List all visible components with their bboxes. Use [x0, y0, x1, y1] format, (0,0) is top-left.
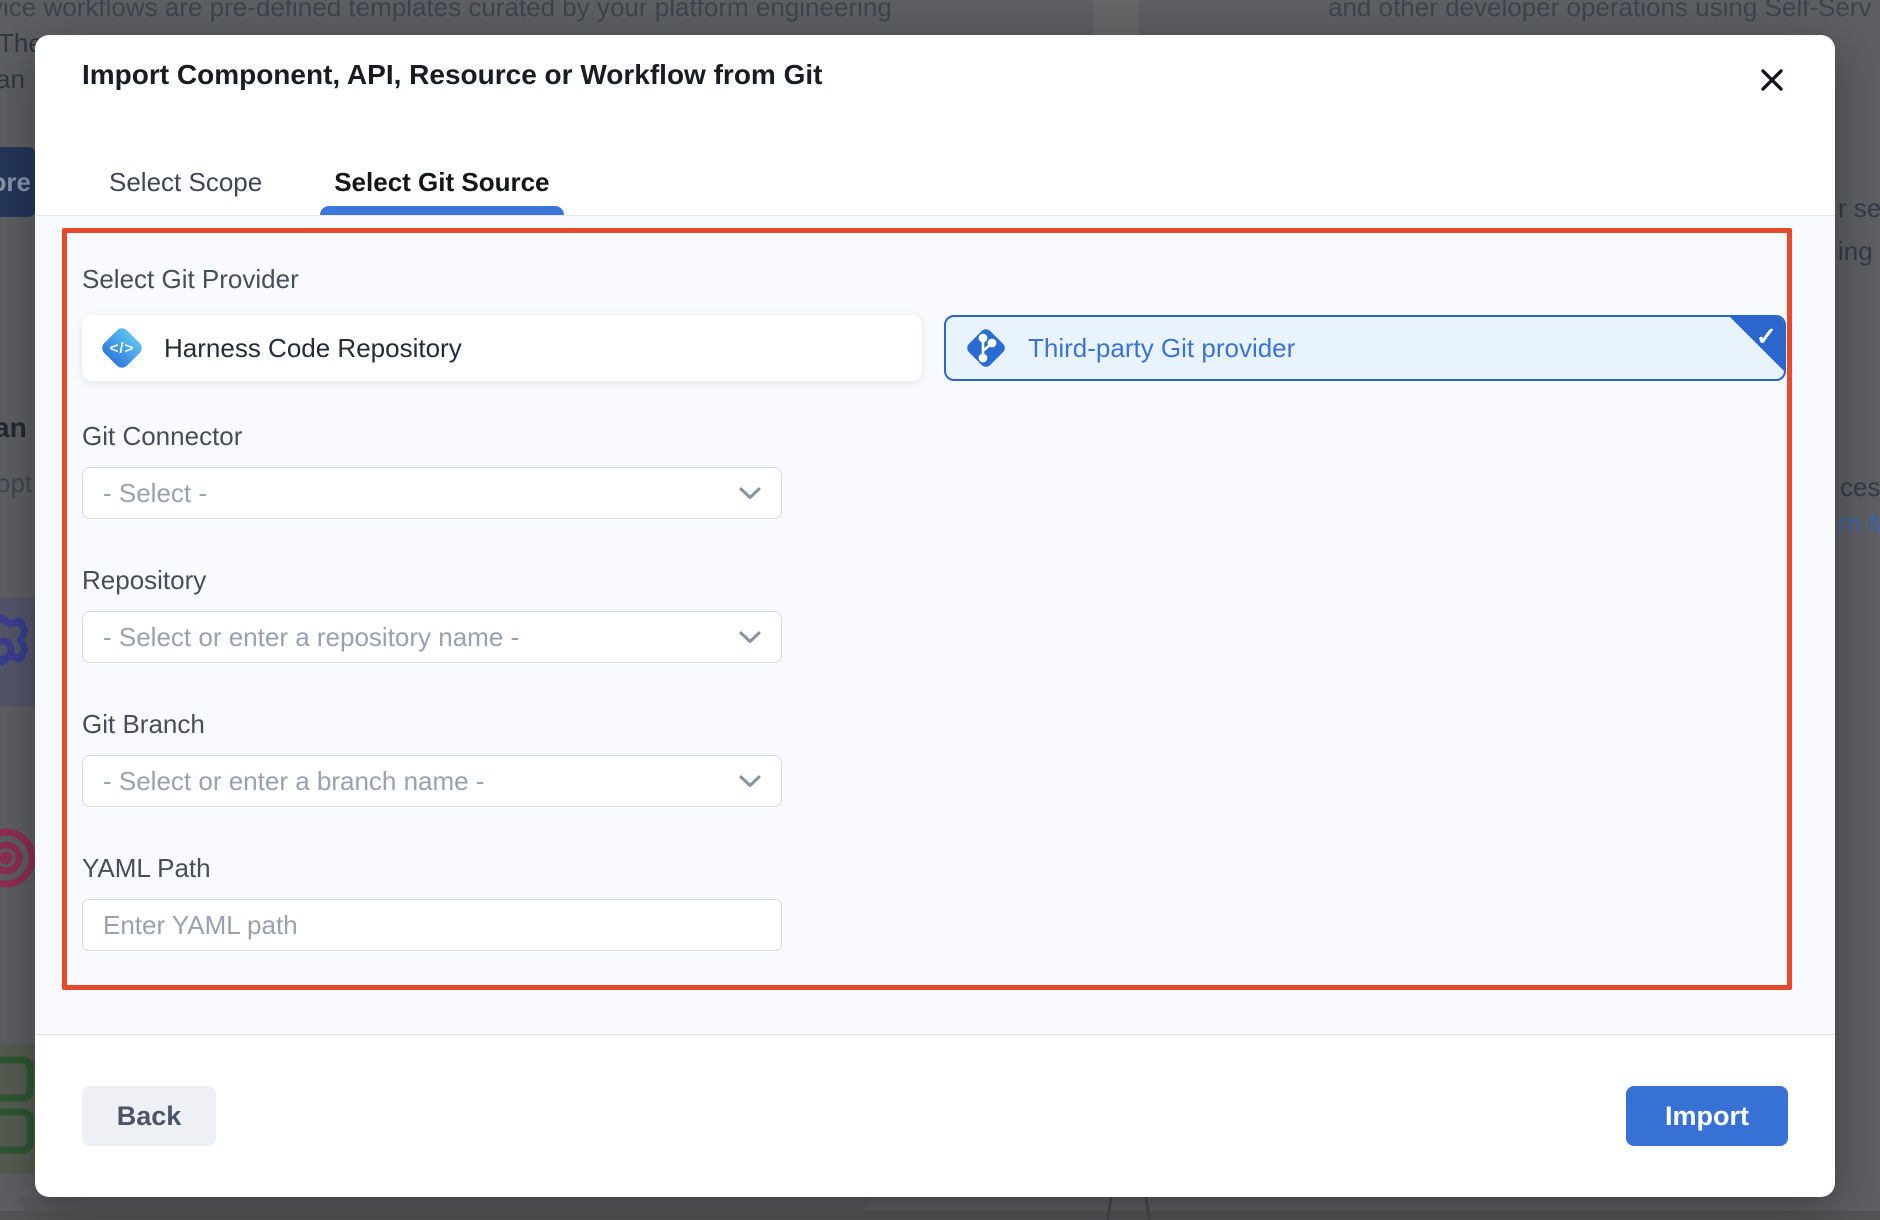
provider-option-label: Third-party Git provider — [1028, 333, 1295, 364]
code-diamond-icon: </> — [98, 324, 146, 372]
git-branch-select[interactable]: - Select or enter a branch name - — [82, 755, 782, 807]
git-source-form-panel: Select Git Provider </> Harness Code Rep… — [35, 215, 1835, 1035]
back-button[interactable]: Back — [82, 1086, 216, 1146]
import-from-git-dialog: Import Component, API, Resource or Workf… — [35, 35, 1835, 1197]
git-branch-label: Git Branch — [82, 709, 205, 740]
bg-text-an: an — [0, 64, 25, 95]
git-diamond-icon — [962, 324, 1010, 372]
dialog-title: Import Component, API, Resource or Workf… — [82, 59, 822, 91]
yaml-path-input[interactable] — [82, 899, 782, 951]
repository-select[interactable]: - Select or enter a repository name - — [82, 611, 782, 663]
bg-explore-button: ore — [0, 147, 36, 217]
provider-option-harness-code[interactable]: </> Harness Code Repository — [82, 315, 922, 381]
chevron-down-icon — [739, 487, 761, 500]
grid-icon — [0, 1056, 38, 1166]
close-button[interactable] — [1753, 61, 1791, 99]
git-branch-placeholder: - Select or enter a branch name - — [103, 766, 739, 797]
tab-select-scope[interactable]: Select Scope — [95, 165, 276, 215]
repository-label: Repository — [82, 565, 206, 596]
dialog-tabs: Select Scope Select Git Source — [95, 165, 564, 215]
check-icon: ✓ — [1756, 322, 1777, 352]
dimmed-page-background: vice workflows are pre-defined templates… — [0, 0, 1880, 1220]
bg-text-right-1: r sel — [1838, 193, 1880, 224]
bg-card-gap — [1093, 0, 1139, 35]
tab-select-git-source[interactable]: Select Git Source — [320, 165, 563, 215]
chevron-down-icon — [739, 775, 761, 788]
import-button[interactable]: Import — [1626, 1086, 1788, 1146]
bg-text-heading: an — [0, 412, 27, 444]
repository-placeholder: - Select or enter a repository name - — [103, 622, 739, 653]
bg-text-top-right: and other developer operations using Sel… — [1328, 0, 1871, 23]
provider-option-label: Harness Code Repository — [164, 333, 462, 364]
gear-icon — [0, 608, 38, 696]
git-connector-placeholder: - Select - — [103, 478, 739, 509]
chevron-down-icon — [739, 631, 761, 644]
close-icon — [1759, 67, 1785, 93]
bg-text-opt: opt — [0, 468, 32, 499]
provider-option-third-party[interactable]: Third-party Git provider ✓ — [944, 315, 1786, 381]
yaml-path-label: YAML Path — [82, 853, 211, 884]
bg-text-right-2: ing t — [1838, 236, 1880, 267]
bg-text-top-left: vice workflows are pre-defined templates… — [0, 0, 892, 23]
git-connector-select[interactable]: - Select - — [82, 467, 782, 519]
bg-learn-more-link: rn M — [1838, 508, 1880, 539]
git-connector-label: Git Connector — [82, 421, 242, 452]
bg-bottom-strip — [0, 1211, 1880, 1220]
bg-text-right-3: ces, — [1840, 472, 1880, 503]
select-git-provider-label: Select Git Provider — [82, 264, 299, 295]
